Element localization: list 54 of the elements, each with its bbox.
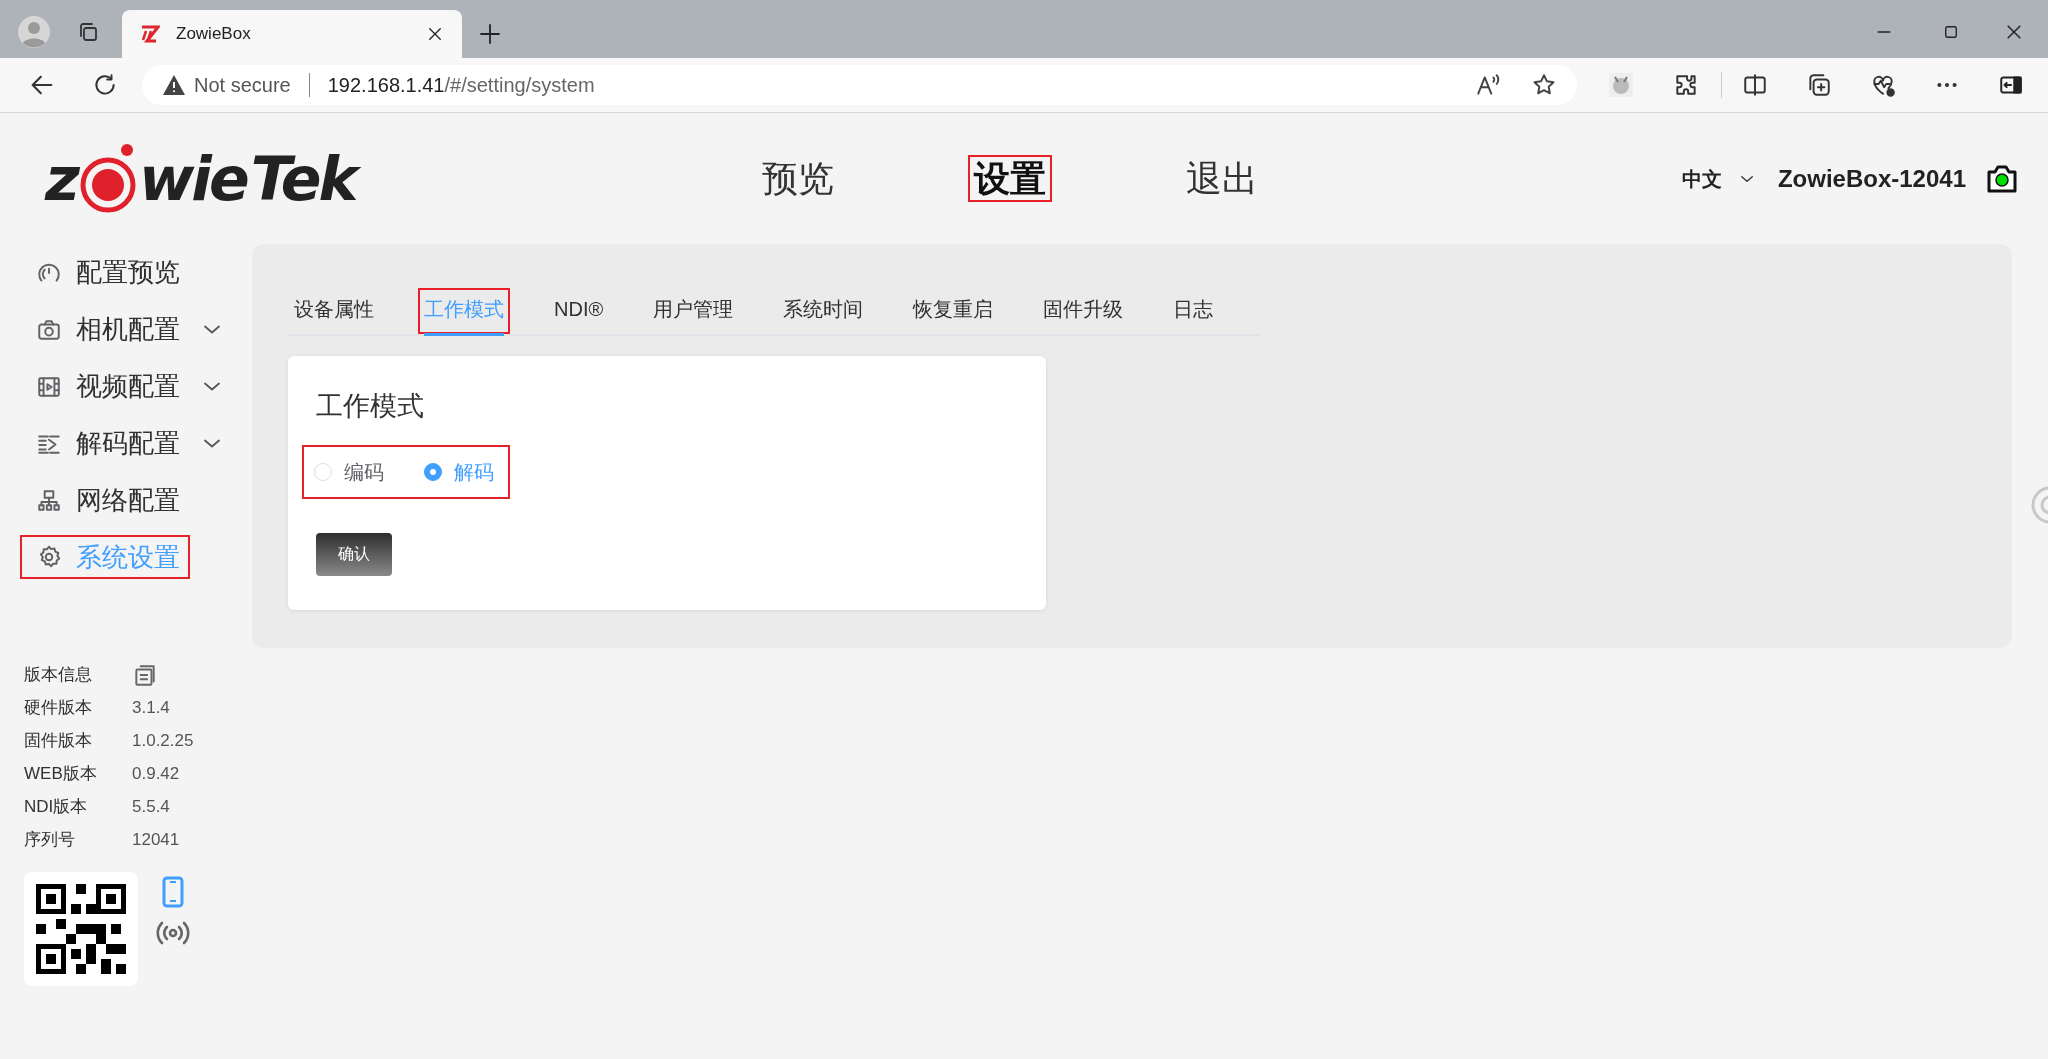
version-value: 0.9.42 [132, 762, 180, 785]
card-title: 工作模式 [316, 390, 425, 423]
version-value: 5.5.4 [132, 795, 170, 818]
url-host[interactable]: 192.168.1.41 [327, 70, 445, 100]
extension-avatar-icon[interactable] [1609, 73, 1633, 97]
extensions-puzzle-icon[interactable] [1673, 72, 1699, 98]
tab-title: ZowieBox [176, 23, 252, 46]
browser-tab[interactable]: ZowieBox [122, 10, 462, 58]
split-screen-icon[interactable] [1742, 72, 1768, 98]
nav-link[interactable]: 设置 [968, 154, 1052, 203]
version-value: 1.0.2.25 [132, 729, 194, 752]
maximize-icon[interactable] [1942, 23, 1960, 41]
radio-icon[interactable] [424, 462, 442, 481]
collections-icon[interactable] [1806, 72, 1832, 98]
sidebar-item[interactable]: 网络配置 [24, 472, 224, 529]
security-label[interactable]: Not secure [194, 70, 291, 100]
url-path[interactable]: /#/setting/system [444, 70, 595, 100]
device-name: ZowieBox-12041 [1777, 163, 1966, 194]
tab[interactable]: 设备属性 [288, 288, 380, 334]
logo-text: wie [138, 148, 247, 209]
sidebar-item[interactable]: 相机配置 [24, 301, 224, 358]
version-info-title: 版本信息 [24, 663, 93, 686]
sidebar-item[interactable]: 视频配置 [24, 358, 224, 415]
version-label: 硬件版本 [24, 696, 93, 719]
warning-icon [162, 74, 186, 96]
close-icon[interactable] [426, 25, 444, 43]
confirm-button[interactable]: 确认 [316, 532, 392, 576]
nav-link[interactable]: 退出 [1180, 154, 1264, 203]
tab[interactable]: 系统时间 [777, 288, 870, 334]
broadcast-icon[interactable] [156, 920, 190, 946]
network-icon [36, 487, 62, 514]
tab[interactable]: NDI® [548, 288, 610, 334]
logo-text: z [45, 148, 77, 209]
nav-link[interactable]: 预览 [756, 154, 840, 203]
version-value: 3.1.4 [132, 696, 170, 719]
sidebar-item[interactable]: 解码配置 [24, 415, 224, 472]
phone-icon[interactable] [162, 876, 184, 908]
read-aloud-icon[interactable] [1475, 72, 1501, 98]
reload-icon[interactable] [92, 72, 118, 98]
version-value: 12041 [132, 828, 180, 851]
tab[interactable]: 恢复重启 [907, 288, 1000, 334]
favicon-icon [140, 25, 160, 43]
tab[interactable]: 固件升级 [1037, 288, 1130, 334]
version-label: 序列号 [24, 828, 76, 851]
tab[interactable]: 用户管理 [647, 288, 740, 334]
radio-option[interactable]: 编码 [314, 456, 384, 487]
version-label: 固件版本 [24, 729, 93, 752]
version-label: NDI版本 [24, 795, 89, 818]
sidebar-item[interactable]: 配置预览 [24, 244, 224, 301]
new-tab-icon[interactable] [478, 22, 502, 46]
language-selector[interactable]: 中文 [1681, 163, 1722, 194]
tab[interactable]: 日志 [1167, 288, 1220, 334]
address-bar[interactable]: Not secure 192.168.1.41/#/setting/system [142, 65, 1577, 105]
version-label: WEB版本 [24, 762, 98, 785]
